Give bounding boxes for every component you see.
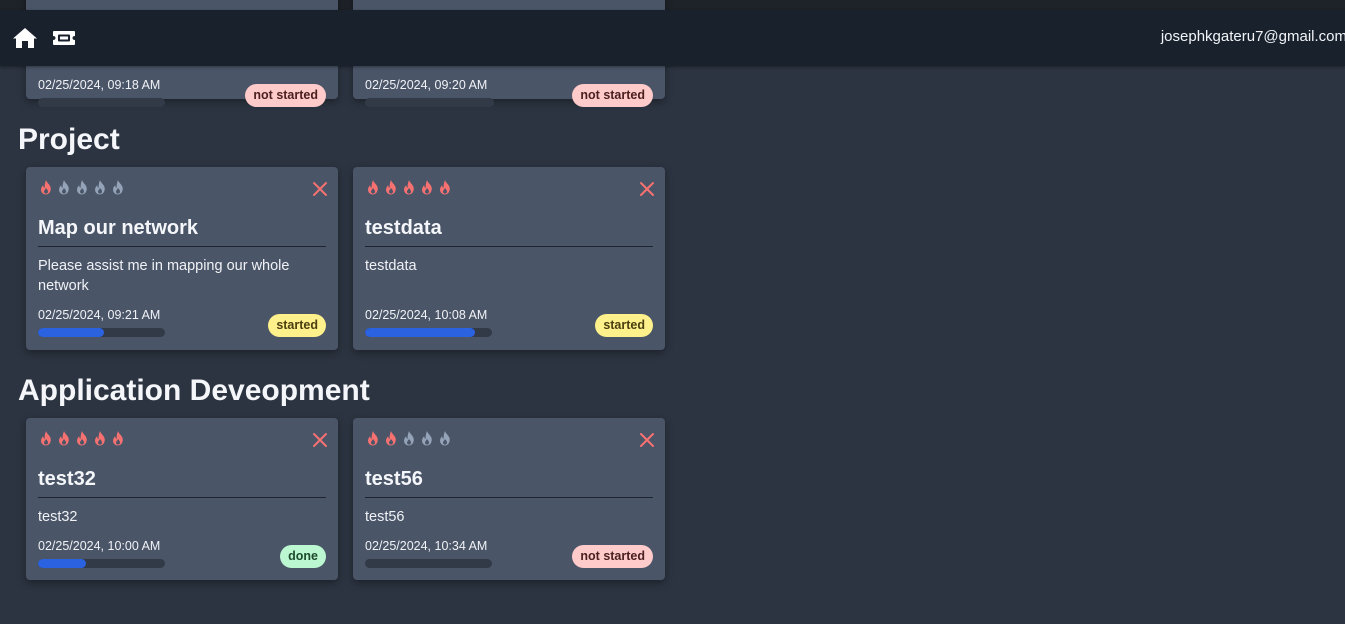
task-description: testdata xyxy=(365,258,417,274)
progress-fill xyxy=(365,328,476,337)
status-badge[interactable]: started xyxy=(595,314,653,337)
main-content: 02/25/2024, 09:18 AM not started 02/25/2… xyxy=(0,0,1345,624)
task-description: test56 xyxy=(365,509,405,525)
flame-icon[interactable] xyxy=(365,430,381,447)
progress-bar xyxy=(38,98,165,107)
flame-icon[interactable] xyxy=(383,430,399,447)
task-date: 02/25/2024, 09:21 AM xyxy=(38,308,161,322)
flame-icon[interactable] xyxy=(401,179,417,196)
progress-bar xyxy=(38,328,165,337)
task-card: test32 test32 02/25/2024, 10:00 AM done xyxy=(26,418,338,580)
flame-icon[interactable] xyxy=(437,179,453,196)
progress-bar xyxy=(38,559,165,568)
flame-icon[interactable] xyxy=(38,179,54,196)
ticket-icon[interactable] xyxy=(50,25,78,51)
flame-icon[interactable] xyxy=(56,430,72,447)
task-card: test56 test56 02/25/2024, 10:34 AM not s… xyxy=(353,418,665,580)
progress-bar xyxy=(365,98,494,107)
flame-icon[interactable] xyxy=(92,430,108,447)
flame-icon[interactable] xyxy=(419,179,435,196)
flame-icon[interactable] xyxy=(92,179,108,196)
progress-bar xyxy=(365,328,492,337)
flame-icon[interactable] xyxy=(110,430,126,447)
delete-icon[interactable] xyxy=(312,181,328,197)
task-title: test56 xyxy=(365,468,653,498)
priority-rating[interactable] xyxy=(365,179,453,196)
flame-icon[interactable] xyxy=(56,179,72,196)
top-navbar: josephkgateru7@gmail.com xyxy=(0,10,1345,66)
status-badge: not started xyxy=(245,84,326,107)
task-date: 02/25/2024, 09:20 AM xyxy=(365,78,488,92)
task-date: 02/25/2024, 09:18 AM xyxy=(38,78,161,92)
section-title: Project xyxy=(18,123,120,156)
flame-icon[interactable] xyxy=(437,430,453,447)
task-description: test32 xyxy=(38,509,78,525)
status-badge[interactable]: done xyxy=(280,545,326,568)
delete-icon[interactable] xyxy=(312,432,328,448)
flame-icon[interactable] xyxy=(419,430,435,447)
section-title: Application Deveopment xyxy=(18,374,370,407)
task-card: testdata testdata 02/25/2024, 10:08 AM s… xyxy=(353,167,665,350)
flame-icon[interactable] xyxy=(365,179,381,196)
priority-rating[interactable] xyxy=(38,179,126,196)
status-badge: not started xyxy=(572,84,653,107)
flame-icon[interactable] xyxy=(110,179,126,196)
progress-bar xyxy=(365,559,492,568)
flame-icon[interactable] xyxy=(38,430,54,447)
flame-icon[interactable] xyxy=(74,430,90,447)
progress-fill xyxy=(38,328,105,337)
task-date: 02/25/2024, 10:00 AM xyxy=(38,539,161,553)
status-badge[interactable]: started xyxy=(268,314,326,337)
flame-icon[interactable] xyxy=(383,179,399,196)
delete-icon[interactable] xyxy=(639,432,655,448)
task-title: testdata xyxy=(365,217,653,247)
status-badge[interactable]: not started xyxy=(572,545,653,568)
user-email[interactable]: josephkgateru7@gmail.com xyxy=(1161,28,1345,45)
flame-icon[interactable] xyxy=(401,430,417,447)
home-icon[interactable] xyxy=(11,25,39,51)
progress-fill xyxy=(38,559,87,568)
task-date: 02/25/2024, 10:34 AM xyxy=(365,539,488,553)
task-date: 02/25/2024, 10:08 AM xyxy=(365,308,488,322)
priority-rating[interactable] xyxy=(365,430,453,447)
delete-icon[interactable] xyxy=(639,181,655,197)
priority-rating[interactable] xyxy=(38,430,126,447)
task-title: Map our network xyxy=(38,217,326,247)
task-card: Map our network Please assist me in mapp… xyxy=(26,167,338,350)
task-description: Please assist me in mapping our whole ne… xyxy=(38,258,290,294)
task-title: test32 xyxy=(38,468,326,498)
flame-icon[interactable] xyxy=(74,179,90,196)
